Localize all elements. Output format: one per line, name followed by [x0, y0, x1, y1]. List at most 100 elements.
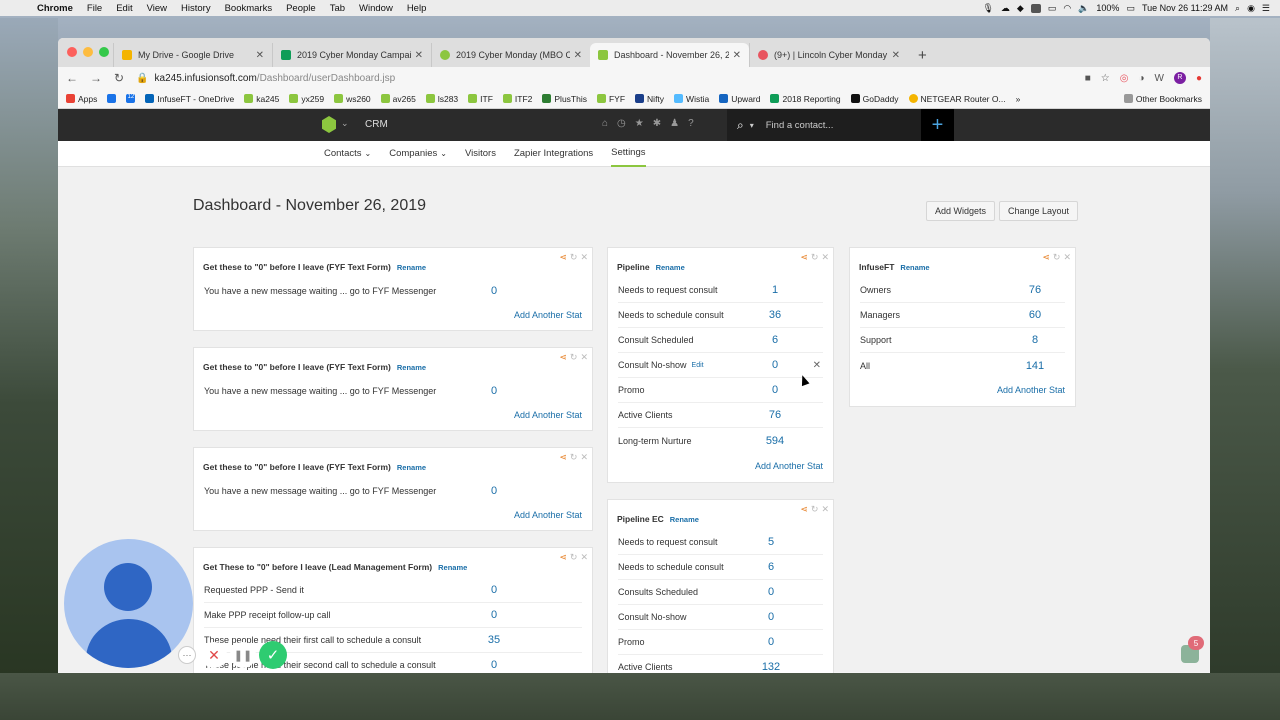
menu-window[interactable]: Window	[352, 3, 400, 14]
add-another-stat-link[interactable]: Add Another Stat	[997, 385, 1065, 395]
stat-value[interactable]: 6	[741, 561, 801, 573]
share-icon[interactable]: ⋖	[1042, 252, 1050, 263]
stat-row[interactable]: Active Clients 132	[618, 655, 823, 673]
stat-row[interactable]: Needs to schedule consult 36	[618, 303, 823, 328]
cloud-icon[interactable]: ☁	[1001, 3, 1010, 14]
bookmark-ka245[interactable]: ka245	[244, 94, 279, 104]
status-app-icon[interactable]	[1030, 3, 1041, 13]
battery-percent[interactable]: 100%	[1096, 3, 1119, 13]
bookmark-plusthis[interactable]: PlusThis	[542, 94, 587, 104]
wifi-icon[interactable]: ◠	[1063, 3, 1071, 14]
refresh-icon[interactable]: ↻	[570, 452, 578, 463]
stat-value[interactable]: 594	[745, 435, 805, 447]
stat-row[interactable]: Support 8	[860, 328, 1065, 353]
close-tab-icon[interactable]: ✕	[892, 50, 900, 61]
stat-value[interactable]: 0	[464, 485, 524, 497]
stat-value[interactable]: 0	[464, 385, 524, 397]
menu-tab[interactable]: Tab	[323, 3, 352, 14]
rename-link[interactable]: Rename	[397, 463, 426, 472]
extension-icon[interactable]: ●	[1196, 73, 1202, 84]
nav-companies[interactable]: Companies ⌄	[389, 141, 447, 167]
home-icon[interactable]: ⌂	[602, 118, 608, 129]
stat-row[interactable]: Needs to request consult 1	[618, 278, 823, 303]
stat-value[interactable]: 0	[464, 285, 524, 297]
close-icon[interactable]: ✕	[821, 252, 829, 263]
rename-link[interactable]: Rename	[397, 263, 426, 272]
add-another-stat-link[interactable]: Add Another Stat	[755, 461, 823, 471]
camera-icon[interactable]: ■	[1085, 73, 1091, 84]
bookmark-itf2[interactable]: ITF2	[502, 94, 532, 104]
rename-link[interactable]: Rename	[656, 263, 685, 272]
extension-icon[interactable]: ◑	[1138, 73, 1144, 84]
share-icon[interactable]: ⋖	[559, 352, 567, 363]
share-icon[interactable]: ⋖	[559, 552, 567, 563]
rename-link[interactable]: Rename	[397, 363, 426, 372]
back-icon[interactable]: ←	[66, 71, 78, 85]
extension-icon[interactable]: W	[1155, 73, 1164, 84]
remove-stat-icon[interactable]: ✕	[813, 360, 821, 371]
share-icon[interactable]: ⋖	[559, 452, 567, 463]
mic-icon[interactable]: 🎙	[982, 3, 993, 14]
close-icon[interactable]: ✕	[580, 352, 588, 363]
minimize-window-button[interactable]	[83, 47, 93, 57]
close-tab-icon[interactable]: ✕	[733, 50, 741, 61]
share-icon[interactable]: ⋖	[559, 252, 567, 263]
stat-row[interactable]: Requested PPP - Send it 0	[204, 578, 582, 603]
zoom-window-button[interactable]	[99, 47, 109, 57]
menu-view[interactable]: View	[140, 3, 174, 14]
tab-dashboard[interactable]: Dashboard - November 26, 2019 ✕	[590, 43, 749, 67]
stat-value[interactable]: 0	[741, 611, 801, 623]
stat-row[interactable]: All 141	[860, 353, 1065, 378]
stat-value[interactable]: 0	[741, 636, 801, 648]
stat-row[interactable]: Needs to request consult 5	[618, 530, 823, 555]
search-input[interactable]: Find a contact...	[766, 120, 834, 131]
close-tab-icon[interactable]: ✕	[256, 50, 264, 61]
stat-row[interactable]: Long-term Nurture 594	[618, 428, 823, 453]
nav-visitors[interactable]: Visitors	[465, 141, 496, 167]
contact-search[interactable]: ⌕ ▾ Find a contact...	[727, 109, 921, 141]
stat-value[interactable]: 36	[745, 309, 805, 321]
stat-value[interactable]: 8	[1005, 334, 1065, 346]
menu-app-name[interactable]: Chrome	[30, 3, 80, 14]
bookmark-netgear[interactable]: NETGEAR Router O...	[908, 94, 1006, 104]
cancel-recording-button[interactable]: ✕	[201, 642, 227, 668]
stat-row[interactable]: You have a new message waiting ... go to…	[204, 278, 582, 303]
menu-edit[interactable]: Edit	[109, 3, 139, 14]
menu-history[interactable]: History	[174, 3, 218, 14]
finish-recording-button[interactable]: ✓	[259, 641, 287, 669]
spotlight-icon[interactable]: ⌕	[1235, 3, 1240, 14]
nav-settings[interactable]: Settings	[611, 141, 646, 167]
stat-row[interactable]: Owners 76	[860, 278, 1065, 303]
stat-value[interactable]: 0	[745, 384, 805, 396]
close-icon[interactable]: ✕	[580, 452, 588, 463]
bookmark-ls283[interactable]: ls283	[425, 94, 458, 104]
help-icon[interactable]: ?	[688, 118, 694, 129]
nav-contacts[interactable]: Contacts ⌄	[324, 141, 371, 167]
forward-icon[interactable]: →	[90, 71, 102, 85]
stat-value[interactable]: 1	[745, 284, 805, 296]
stat-value[interactable]: 0	[464, 659, 524, 671]
stat-row[interactable]: Managers 60	[860, 303, 1065, 328]
stat-value[interactable]: 76	[745, 409, 805, 421]
stat-value[interactable]: 0	[464, 584, 524, 596]
close-tab-icon[interactable]: ✕	[574, 50, 582, 61]
tab-mbo-cart[interactable]: 2019 Cyber Monday (MBO Cart) ✕	[431, 43, 590, 67]
stat-value[interactable]: 5	[741, 536, 801, 548]
stat-row[interactable]: You have a new message waiting ... go to…	[204, 478, 582, 503]
close-icon[interactable]: ✕	[1063, 252, 1071, 263]
bookmark-av265[interactable]: av265	[380, 94, 416, 104]
share-icon[interactable]: ⋖	[800, 252, 808, 263]
other-bookmarks[interactable]: Other Bookmarks	[1123, 94, 1202, 104]
tab-google-drive[interactable]: My Drive - Google Drive ✕	[113, 43, 272, 67]
bookmark-fyf[interactable]: FYF	[596, 94, 625, 104]
bookmark-calendar[interactable]: 12	[126, 94, 136, 103]
airplay-icon[interactable]: ▭	[1048, 3, 1057, 14]
profile-avatar[interactable]: R	[1173, 72, 1186, 84]
menu-bookmarks[interactable]: Bookmarks	[218, 3, 280, 14]
bookmark-upward[interactable]: Upward	[719, 94, 760, 104]
stat-row[interactable]: Needs to schedule consult 6	[618, 555, 823, 580]
notification-center-icon[interactable]: ☰	[1262, 3, 1270, 14]
clock-icon[interactable]: ◷	[617, 118, 626, 129]
stat-value[interactable]: 141	[1005, 360, 1065, 372]
extension-icon[interactable]: ◎	[1120, 73, 1129, 84]
